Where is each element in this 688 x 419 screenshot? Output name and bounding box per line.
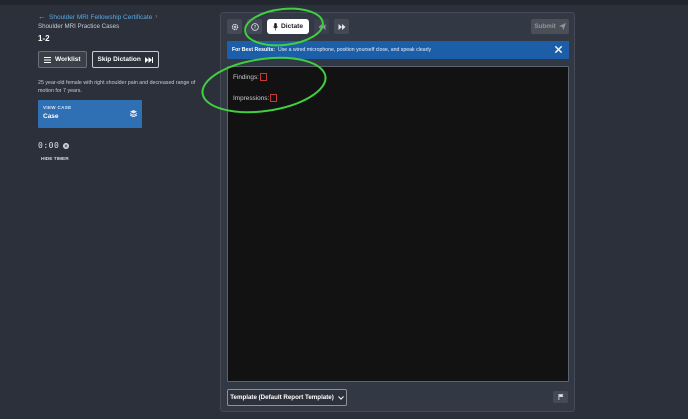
report-editor[interactable]: Findings: Impressions:: [227, 66, 569, 382]
dictation-tip-banner: For Best Results: Use a wired microphone…: [227, 41, 569, 59]
submit-label: Submit: [534, 23, 556, 30]
view-case-card[interactable]: VIEW CASE Case: [38, 100, 142, 128]
arrow-left-icon: ←: [38, 12, 46, 21]
skip-dictation-label: Skip Dictation: [97, 56, 141, 63]
fast-forward-button[interactable]: [334, 19, 349, 34]
banner-text: Use a wired microphone, position yoursel…: [277, 47, 432, 53]
list-icon: [44, 56, 51, 63]
fast-forward-icon: [144, 56, 153, 63]
skip-dictation-button[interactable]: Skip Dictation: [91, 51, 159, 68]
worklist-button[interactable]: Worklist: [38, 51, 87, 68]
impressions-line[interactable]: Impressions:: [233, 94, 563, 102]
findings-line[interactable]: Findings:: [233, 73, 563, 81]
send-icon: [558, 23, 566, 30]
breadcrumb[interactable]: ← Shoulder MRI Fellowship Certificate ›: [38, 12, 210, 22]
top-bar: [0, 0, 688, 5]
settings-button[interactable]: [227, 19, 242, 34]
impressions-placeholder[interactable]: [270, 94, 278, 102]
dictate-button[interactable]: Dictate: [267, 19, 309, 34]
case-info-panel: ← Shoulder MRI Fellowship Certificate › …: [38, 12, 210, 162]
rewind-icon: [318, 23, 325, 30]
timer-display: 0:00: [38, 141, 60, 150]
view-case-name: Case: [43, 113, 59, 120]
help-button[interactable]: ?: [247, 19, 262, 34]
gear-icon: [231, 23, 238, 30]
template-select[interactable]: Template (Default Report Template): [227, 389, 347, 406]
page-subtitle: Shoulder MRI Practice Cases: [38, 23, 120, 30]
dictation-toolbar: ? Dictate: [227, 19, 349, 34]
flag-button[interactable]: [553, 391, 568, 403]
case-description: 25 year-old female with right shoulder p…: [38, 80, 196, 94]
flag-icon: [558, 394, 563, 400]
rewind-button[interactable]: [314, 19, 329, 34]
view-case-label: VIEW CASE: [43, 105, 72, 110]
case-actions: Worklist Skip Dictation: [38, 51, 210, 68]
impressions-label: Impressions:: [233, 94, 270, 102]
stack-icon: [130, 110, 137, 117]
pause-icon[interactable]: [63, 142, 70, 149]
template-select-value: Template (Default Report Template): [230, 394, 334, 401]
dictate-label: Dictate: [281, 23, 303, 30]
submit-button[interactable]: Submit: [531, 19, 569, 34]
findings-placeholder[interactable]: [259, 73, 267, 81]
microphone-icon: [273, 22, 278, 31]
close-icon[interactable]: [554, 45, 563, 54]
worklist-label: Worklist: [55, 56, 81, 63]
breadcrumb-separator: ›: [155, 14, 158, 20]
fast-forward-icon: [338, 23, 345, 30]
dictation-panel: ? Dictate Submit For Best Results: Use a…: [220, 12, 575, 412]
case-id: 1-2: [38, 34, 50, 43]
banner-title: For Best Results:: [232, 47, 275, 53]
timer-row: 0:00: [38, 141, 210, 150]
findings-label: Findings:: [233, 73, 259, 81]
question-circle-icon: ?: [250, 22, 259, 30]
hide-timer-link[interactable]: HIDE TIMER: [41, 157, 210, 162]
chevron-down-icon: [337, 395, 344, 400]
breadcrumb-label[interactable]: Shoulder MRI Fellowship Certificate: [49, 14, 152, 21]
